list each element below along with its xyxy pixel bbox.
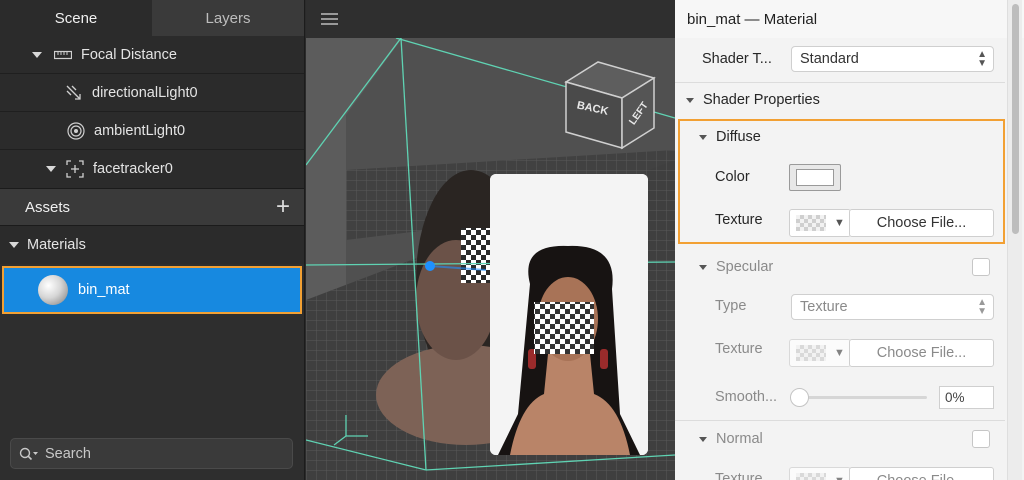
shader-type-select[interactable]: Standard ▲ ▼	[791, 46, 994, 72]
specular-enable-checkbox[interactable]	[972, 258, 990, 276]
scrollbar-thumb[interactable]	[1012, 4, 1019, 234]
tree-item-facetracker[interactable]: facetracker0	[0, 150, 304, 188]
materials-group[interactable]: Materials	[0, 226, 304, 264]
specular-type-value: Texture	[800, 299, 848, 315]
specular-texture-label: Texture	[715, 341, 763, 357]
specular-smoothness-label: Smooth...	[715, 389, 778, 405]
normal-enable-checkbox[interactable]	[972, 430, 990, 448]
assets-title: Assets	[25, 198, 71, 216]
specular-texture-dropdown[interactable]: ▼	[789, 339, 851, 367]
select-stepper-icon: ▲ ▼	[977, 49, 987, 69]
assets-header: Assets +	[0, 188, 304, 226]
normal-texture-dropdown[interactable]: ▼	[789, 467, 851, 480]
diffuse-label: Diffuse	[716, 129, 761, 145]
texture-thumbnail	[796, 345, 826, 361]
texture-thumbnail	[796, 473, 826, 480]
panel-tabs: Scene Layers	[0, 0, 304, 36]
directional-light-icon	[64, 83, 84, 103]
chevron-down-icon: ▼	[834, 217, 845, 229]
diffuse-texture-dropdown[interactable]: ▼	[789, 209, 851, 237]
diffuse-color-label: Color	[715, 169, 750, 185]
disclosure-triangle-icon[interactable]	[699, 134, 707, 140]
plus-icon[interactable]: +	[276, 195, 290, 219]
shader-properties-header[interactable]: Shader Properties	[675, 86, 1005, 114]
specular-type-label: Type	[715, 298, 747, 314]
smoothness-slider-track[interactable]	[795, 396, 927, 399]
normal-label: Normal	[716, 431, 763, 447]
disclosure-triangle-icon[interactable]	[686, 97, 694, 103]
tree-item-focal-distance[interactable]: Focal Distance	[0, 36, 304, 74]
disclosure-triangle-icon[interactable]	[9, 242, 19, 248]
disclosure-triangle-icon[interactable]	[32, 51, 42, 58]
diffuse-header[interactable]: Diffuse	[675, 124, 1005, 150]
specular-header[interactable]: Specular	[675, 254, 1005, 280]
tree-item-directional-light[interactable]: directionalLight0	[0, 74, 304, 112]
inspector-scrollbar[interactable]	[1007, 0, 1022, 480]
tree-item-label: directionalLight0	[92, 84, 198, 101]
normal-choose-file-button[interactable]: Choose File...	[849, 467, 994, 480]
search-placeholder: Search	[45, 445, 91, 462]
viewport-toolbar	[306, 0, 675, 38]
diffuse-choose-file-button[interactable]: Choose File...	[849, 209, 994, 237]
texture-thumbnail	[796, 215, 826, 231]
search-input[interactable]: Search	[10, 438, 293, 469]
disclosure-triangle-icon[interactable]	[699, 436, 707, 442]
search-icon	[19, 447, 39, 461]
specular-type-select[interactable]: Texture ▲ ▼	[791, 294, 994, 320]
tab-layers[interactable]: Layers	[152, 0, 304, 36]
tree-item-ambient-light[interactable]: ambientLight0	[0, 112, 304, 150]
shader-type-value: Standard	[800, 51, 859, 67]
preview-person-image	[490, 174, 648, 455]
scene-panel: Scene Layers Focal Distance directionalL…	[0, 0, 305, 480]
menu-icon[interactable]	[321, 13, 338, 25]
shader-properties-label: Shader Properties	[703, 92, 820, 108]
materials-group-label: Materials	[27, 237, 86, 253]
tab-scene[interactable]: Scene	[0, 0, 152, 36]
material-sphere-icon	[38, 275, 68, 305]
navigation-cube[interactable]: BACK LEFT	[564, 61, 656, 150]
inspector-title: bin_mat — Material	[675, 0, 1024, 38]
chevron-down-icon: ▼	[834, 347, 845, 359]
smoothness-value-field[interactable]: 0%	[939, 386, 994, 409]
facetracker-icon	[65, 159, 85, 179]
tree-item-label: facetracker0	[93, 161, 173, 177]
specular-label: Specular	[716, 259, 774, 275]
select-stepper-icon: ▲ ▼	[977, 297, 987, 317]
inspector-panel: bin_mat — Material Shader T... Standard …	[675, 0, 1024, 480]
normal-header[interactable]: Normal	[675, 426, 1005, 452]
disclosure-triangle-icon[interactable]	[46, 166, 56, 172]
divider	[675, 82, 1005, 83]
normal-texture-label: Texture	[715, 471, 763, 480]
shader-type-label: Shader T...	[702, 51, 772, 67]
ruler-icon	[53, 45, 73, 65]
chevron-down-icon: ▼	[834, 475, 845, 480]
ambient-light-icon	[66, 121, 86, 141]
asset-item-bin-mat[interactable]: bin_mat	[2, 266, 302, 314]
tree-item-label: Focal Distance	[81, 46, 177, 63]
tree-item-label: ambientLight0	[94, 122, 186, 139]
diffuse-color-well[interactable]	[789, 164, 841, 191]
disclosure-triangle-icon[interactable]	[699, 264, 707, 270]
divider	[675, 420, 1005, 421]
scene-viewport[interactable]: BACK LEFT	[306, 0, 675, 480]
diffuse-texture-label: Texture	[715, 212, 763, 228]
specular-choose-file-button[interactable]: Choose File...	[849, 339, 994, 367]
color-swatch	[796, 169, 834, 186]
camera-preview	[490, 174, 648, 455]
smoothness-slider-handle[interactable]	[790, 388, 809, 407]
asset-item-label: bin_mat	[78, 282, 130, 298]
